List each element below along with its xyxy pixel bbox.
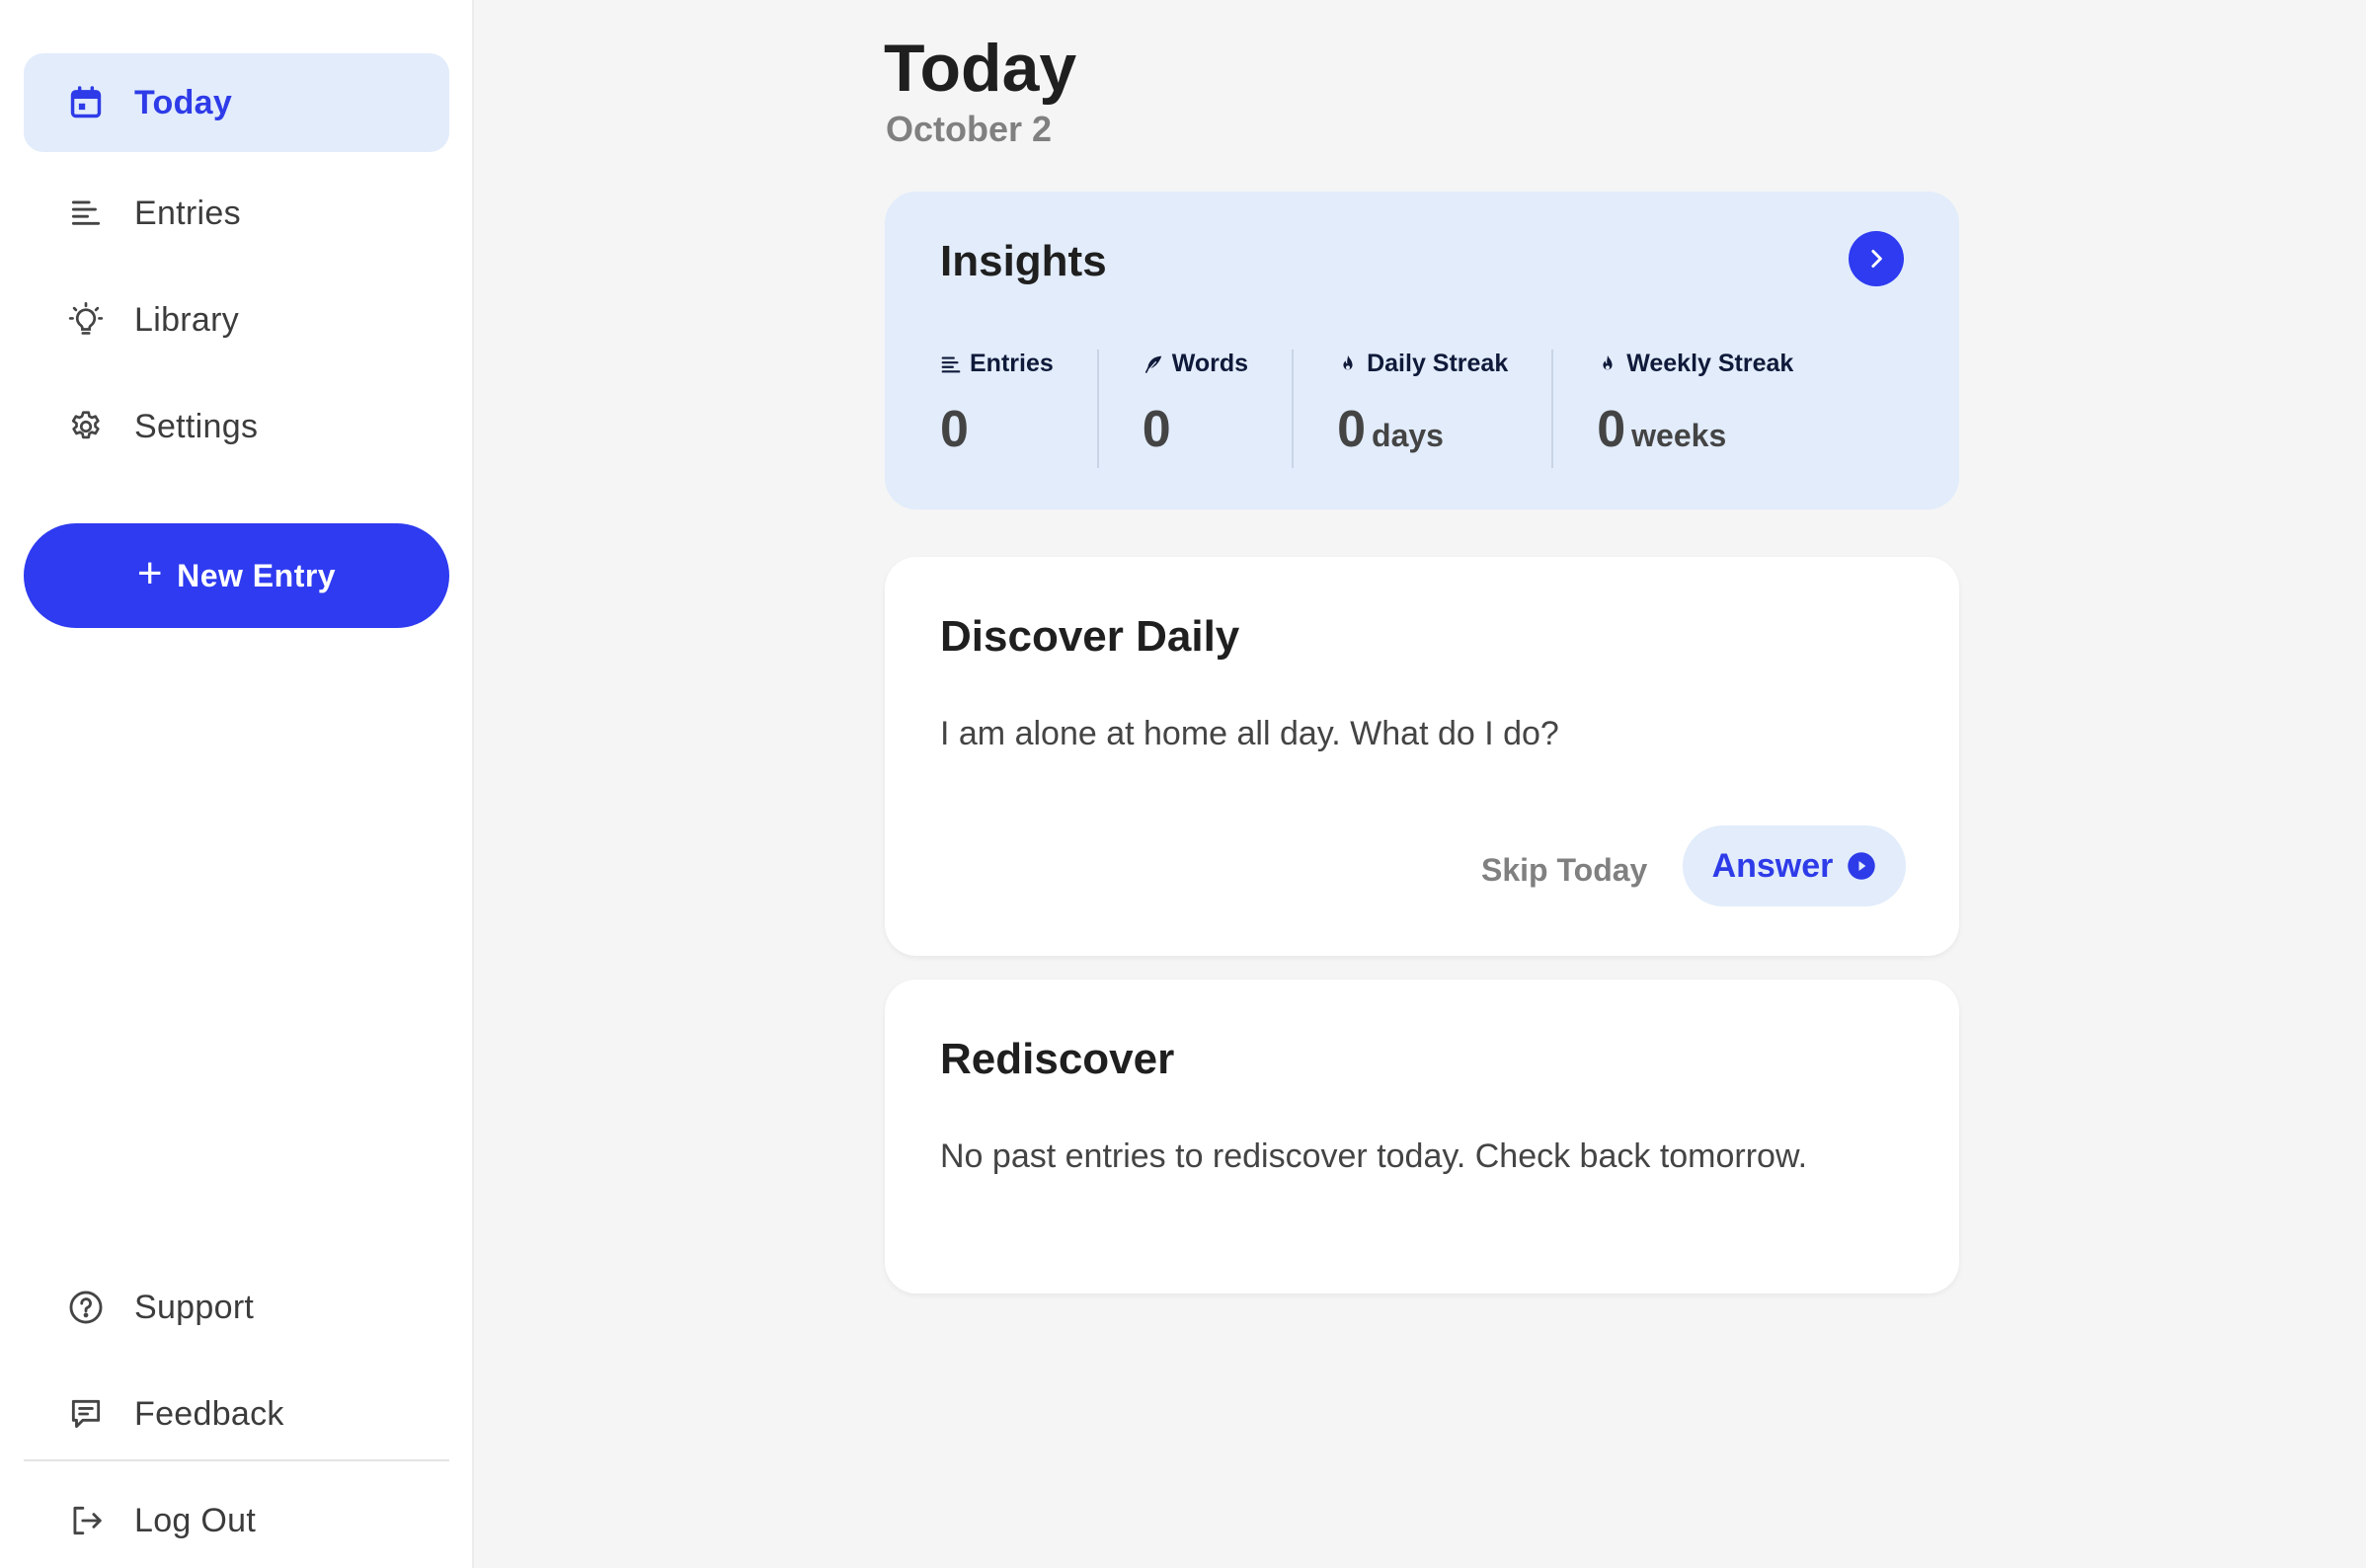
sidebar-item-label: Entries [134, 194, 241, 232]
feather-icon [1144, 355, 1162, 373]
sidebar-item-logout[interactable]: Log Out [24, 1471, 449, 1568]
list-icon [941, 355, 961, 372]
discover-title: Discover Daily [940, 612, 1240, 661]
stat-daily-streak-header: Daily Streak [1337, 350, 1508, 378]
new-entry-label: New Entry [177, 557, 337, 593]
flame-icon [1343, 354, 1353, 369]
answer-button[interactable]: Answer [1683, 825, 1906, 906]
sidebar-item-label: Settings [134, 407, 259, 445]
sidebar-item-label: Today [134, 83, 233, 121]
page-title: Today [884, 31, 1077, 106]
rediscover-title: Rediscover [940, 1035, 1175, 1083]
sidebar-item-entries[interactable]: Entries [24, 164, 449, 263]
rediscover-message: No past entries to rediscover today. Che… [940, 1137, 1808, 1175]
discover-prompt: I am alone at home all day. What do I do… [940, 715, 1559, 752]
stat-weekly-streak-header: Weekly Streak [1597, 350, 1793, 378]
gear-icon [63, 404, 109, 449]
stat-words: Words 0 [1096, 350, 1292, 468]
new-entry-button[interactable]: + New Entry [24, 523, 449, 628]
play-circle-icon [1848, 852, 1876, 880]
plus-icon: + [136, 549, 164, 597]
sidebar-item-library[interactable]: Library [24, 271, 449, 369]
stat-unit: days [1372, 418, 1444, 453]
stat-value: 0 [940, 401, 969, 458]
logout-icon [63, 1498, 109, 1543]
sidebar-item-today[interactable]: Today [24, 53, 449, 152]
stat-daily-streak-value-row: 0 days [1337, 400, 1508, 459]
stat-entries-value-row: 0 [940, 400, 1054, 459]
lightbulb-icon [63, 297, 109, 343]
chevron-right-icon [1871, 250, 1882, 268]
calendar-icon [63, 80, 109, 125]
sidebar: Today Entries Library Settings + New Ent… [0, 0, 474, 1568]
rediscover-card: Rediscover No past entries to rediscover… [885, 980, 1959, 1294]
stat-weekly-streak-value-row: 0 weeks [1597, 400, 1793, 459]
sidebar-item-feedback[interactable]: Feedback [24, 1365, 449, 1463]
list-icon [63, 191, 109, 236]
sidebar-item-support[interactable]: Support [24, 1258, 449, 1357]
stat-label: Words [1171, 350, 1249, 377]
sidebar-item-settings[interactable]: Settings [24, 377, 449, 476]
sidebar-item-label: Support [134, 1288, 255, 1326]
sidebar-divider [24, 1459, 449, 1461]
stat-value: 0 [1142, 401, 1171, 458]
sidebar-item-label: Library [134, 300, 240, 339]
stat-weekly-streak: Weekly Streak 0 weeks [1551, 350, 1837, 468]
message-icon [63, 1391, 109, 1437]
stat-value: 0 [1597, 401, 1626, 458]
stat-words-value-row: 0 [1143, 400, 1248, 459]
stat-label: Daily Streak [1367, 350, 1509, 377]
stat-unit: weeks [1631, 418, 1727, 453]
stat-daily-streak: Daily Streak 0 days [1292, 350, 1551, 468]
page-date: October 2 [886, 109, 1053, 149]
sidebar-item-label: Feedback [134, 1394, 284, 1433]
stat-label: Weekly Streak [1626, 350, 1794, 377]
sidebar-item-label: Log Out [134, 1501, 257, 1539]
skip-today-button[interactable]: Skip Today [1481, 829, 1647, 910]
answer-label: Answer [1711, 846, 1834, 885]
flame-icon [1603, 354, 1613, 369]
help-circle-icon [63, 1285, 109, 1330]
insights-title: Insights [940, 237, 1107, 285]
discover-daily-card: Discover Daily I am alone at home all da… [885, 557, 1959, 956]
insights-open-button[interactable] [1849, 231, 1904, 286]
insights-card: Insights Entries 0 Words 0 Daily Streak … [885, 192, 1959, 510]
stat-entries-header: Entries [940, 350, 1054, 378]
insights-stats: Entries 0 Words 0 Daily Streak 0 days We… [940, 350, 1837, 468]
stat-value: 0 [1337, 401, 1367, 458]
app: Today Entries Library Settings + New Ent… [0, 0, 2366, 1568]
stat-words-header: Words [1143, 350, 1248, 378]
stat-entries: Entries 0 [940, 350, 1097, 468]
stat-label: Entries [970, 350, 1054, 377]
